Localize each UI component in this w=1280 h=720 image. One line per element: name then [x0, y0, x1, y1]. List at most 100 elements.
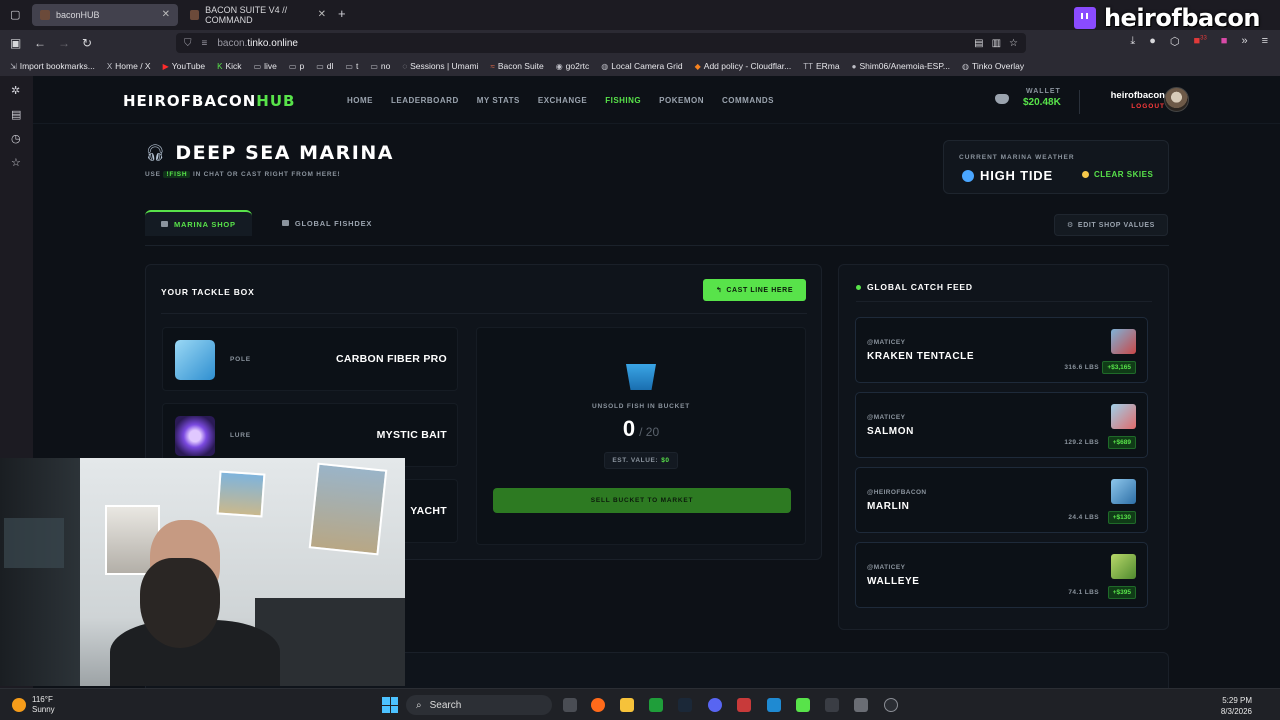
cast-line-button[interactable]: ↰ CAST LINE HERE — [703, 279, 806, 301]
marlin-icon — [1111, 479, 1136, 504]
new-tab-icon[interactable]: + — [338, 6, 346, 21]
task-view-icon[interactable] — [563, 698, 577, 712]
nav-commands[interactable]: COMMANDS — [722, 96, 774, 105]
extension-icon[interactable]: ● — [1149, 35, 1156, 48]
bookmark-folder[interactable]: ▭ p — [289, 61, 304, 71]
bookmarks-icon[interactable]: ☆ — [11, 156, 21, 169]
nav-fishing[interactable]: FISHING — [605, 96, 641, 105]
app-icon[interactable] — [854, 698, 868, 712]
avatar[interactable] — [1164, 87, 1189, 112]
logout-link[interactable]: LOGOUT — [1093, 103, 1165, 110]
weather-widget[interactable]: 116°F Sunny — [12, 695, 55, 715]
screenshot-icon[interactable]: ▤ — [974, 38, 983, 49]
bookmark-item[interactable]: ◍ Local Camera Grid — [601, 61, 682, 71]
url-bar[interactable]: ⛉ ≡ bacon.tinko.online ▤ ▥ ☆ — [176, 33, 1026, 53]
discord-icon[interactable] — [995, 94, 1009, 104]
bookmark-item[interactable]: ◉ go2rtc — [556, 61, 590, 71]
weather-card: CURRENT MARINA WEATHER HIGH TIDE CLEAR S… — [943, 140, 1169, 194]
steam-icon[interactable] — [678, 698, 692, 712]
catch-item: @MATICEY SALMON 129.2 LBS +$689 — [855, 392, 1148, 458]
save-page-icon[interactable]: ▥ — [992, 38, 1001, 49]
system-clock[interactable]: 5:29 PM 8/3/2026 — [1221, 695, 1252, 717]
search-icon: ⌕ — [416, 699, 422, 711]
site-logo[interactable]: HEIROFBACONHUB — [123, 92, 295, 110]
wall-photo — [308, 462, 388, 556]
tab-list-icon[interactable]: ▢ — [10, 8, 20, 21]
erma-icon: TT — [803, 61, 813, 71]
back-icon[interactable]: ← — [34, 36, 46, 50]
bookmark-item[interactable]: ◆ Add policy - Cloudflar... — [695, 61, 792, 71]
tab-global-fishdex[interactable]: GLOBAL FISHDEX — [266, 210, 388, 236]
streamer-beard — [140, 558, 220, 648]
firefox-icon[interactable] — [591, 698, 605, 712]
obs-icon[interactable] — [884, 698, 898, 712]
folder-icon: ▭ — [253, 61, 262, 71]
gear-type: LURE — [230, 432, 251, 439]
history-icon[interactable]: ◷ — [11, 132, 21, 145]
bucket-label: UNSOLD FISH IN BUCKET — [591, 403, 691, 410]
discord-app-icon[interactable] — [708, 698, 722, 712]
nav-pokemon[interactable]: POKEMON — [659, 96, 704, 105]
kick-app-icon[interactable] — [796, 698, 810, 712]
bookmark-item[interactable]: ⇲ Import bookmarks... — [10, 61, 95, 71]
browser-nav-bar: ▣ ← → ↻ ⛉ ≡ bacon.tinko.online ▤ ▥ ☆ ⤓ ●… — [0, 30, 1280, 56]
cloudflare-icon: ◆ — [694, 61, 701, 71]
bookmark-item[interactable]: ◍ Tinko Overlay — [962, 61, 1024, 71]
reload-icon[interactable]: ↻ — [82, 36, 92, 50]
gear-slot-pole[interactable]: POLE CARBON FIBER PRO — [162, 327, 458, 391]
edit-shop-values-button[interactable]: ⚙ EDIT SHOP VALUES — [1054, 214, 1168, 236]
bacon-icon: ≈ — [490, 61, 495, 71]
bookmark-item[interactable]: TT ERma — [803, 61, 839, 71]
vscode-icon[interactable] — [767, 698, 781, 712]
bookmark-item[interactable]: ▶ YouTube — [163, 61, 206, 71]
overflow-chevron-icon[interactable]: » — [1241, 35, 1247, 48]
sell-bucket-button[interactable]: SELL BUCKET TO MARKET — [493, 488, 791, 513]
forward-icon[interactable]: → — [58, 36, 70, 50]
app-icon[interactable] — [737, 698, 751, 712]
bookmark-folder[interactable]: ▭ no — [370, 61, 390, 71]
bookmark-folder[interactable]: ▭ t — [345, 61, 358, 71]
tab-marina-shop[interactable]: MARINA SHOP — [145, 210, 252, 236]
bookmark-folder[interactable]: ▭ live — [254, 61, 277, 71]
file-explorer-icon[interactable] — [620, 698, 634, 712]
lure-icon — [175, 416, 215, 456]
synced-tabs-icon[interactable]: ▤ — [11, 108, 21, 121]
sidebar-toggle-icon[interactable]: ▣ — [10, 36, 21, 50]
browser-tab-bacon-suite[interactable]: BACON SUITE V4 // COMMAND ✕ — [182, 4, 334, 26]
xbox-icon[interactable] — [649, 698, 663, 712]
catch-price-badge: +$3,165 — [1102, 361, 1136, 374]
bookmark-folder[interactable]: ▭ dl — [316, 61, 333, 71]
bookmark-star-icon[interactable]: ☆ — [1009, 38, 1018, 49]
tab-favicon — [40, 10, 50, 20]
shield-icon: ⛉ — [184, 37, 192, 49]
notification-icon[interactable]: ■33 — [1193, 35, 1206, 48]
terminal-icon[interactable] — [825, 698, 839, 712]
nav-exchange[interactable]: EXCHANGE — [538, 96, 587, 105]
download-icon[interactable]: ⤓ — [1130, 35, 1135, 48]
streamer — [110, 520, 280, 686]
bookmark-item[interactable]: ≈ Bacon Suite — [490, 61, 543, 71]
close-tab-icon[interactable]: ✕ — [162, 9, 170, 20]
menu-icon[interactable]: ≡ — [1262, 35, 1268, 48]
folder-icon: ▭ — [316, 61, 324, 71]
browser-tab-baconhub[interactable]: baconHUB ✕ — [32, 4, 178, 26]
profile-icon[interactable]: ■ — [1221, 35, 1228, 48]
gear-name: YACHT — [410, 505, 447, 517]
close-tab-icon[interactable]: ✕ — [318, 9, 326, 20]
nav-leaderboard[interactable]: LEADERBOARD — [391, 96, 459, 105]
nav-home[interactable]: HOME — [347, 96, 373, 105]
nav-my-stats[interactable]: MY STATS — [477, 96, 520, 105]
bookmark-item[interactable]: X Home / X — [107, 61, 151, 71]
bookmark-item[interactable]: K Kick — [217, 61, 241, 71]
extensions-icon[interactable]: ⬡ — [1170, 35, 1180, 48]
bookmark-item[interactable]: ● Shim06/Anemoia-ESP... — [852, 61, 950, 71]
tackle-box-title: YOUR TACKLE BOX — [161, 287, 255, 297]
github-icon: ● — [851, 61, 857, 71]
taskbar-search[interactable]: ⌕ Search — [406, 695, 552, 715]
catch-feed-title: GLOBAL CATCH FEED — [856, 282, 973, 292]
divider — [161, 313, 807, 314]
windows-start-icon[interactable] — [382, 697, 398, 713]
fishing-pole-icon — [175, 340, 215, 380]
ai-chat-icon[interactable]: ✲ — [11, 84, 20, 97]
bookmark-item[interactable]: ◌ Sessions | Umami — [402, 61, 478, 71]
